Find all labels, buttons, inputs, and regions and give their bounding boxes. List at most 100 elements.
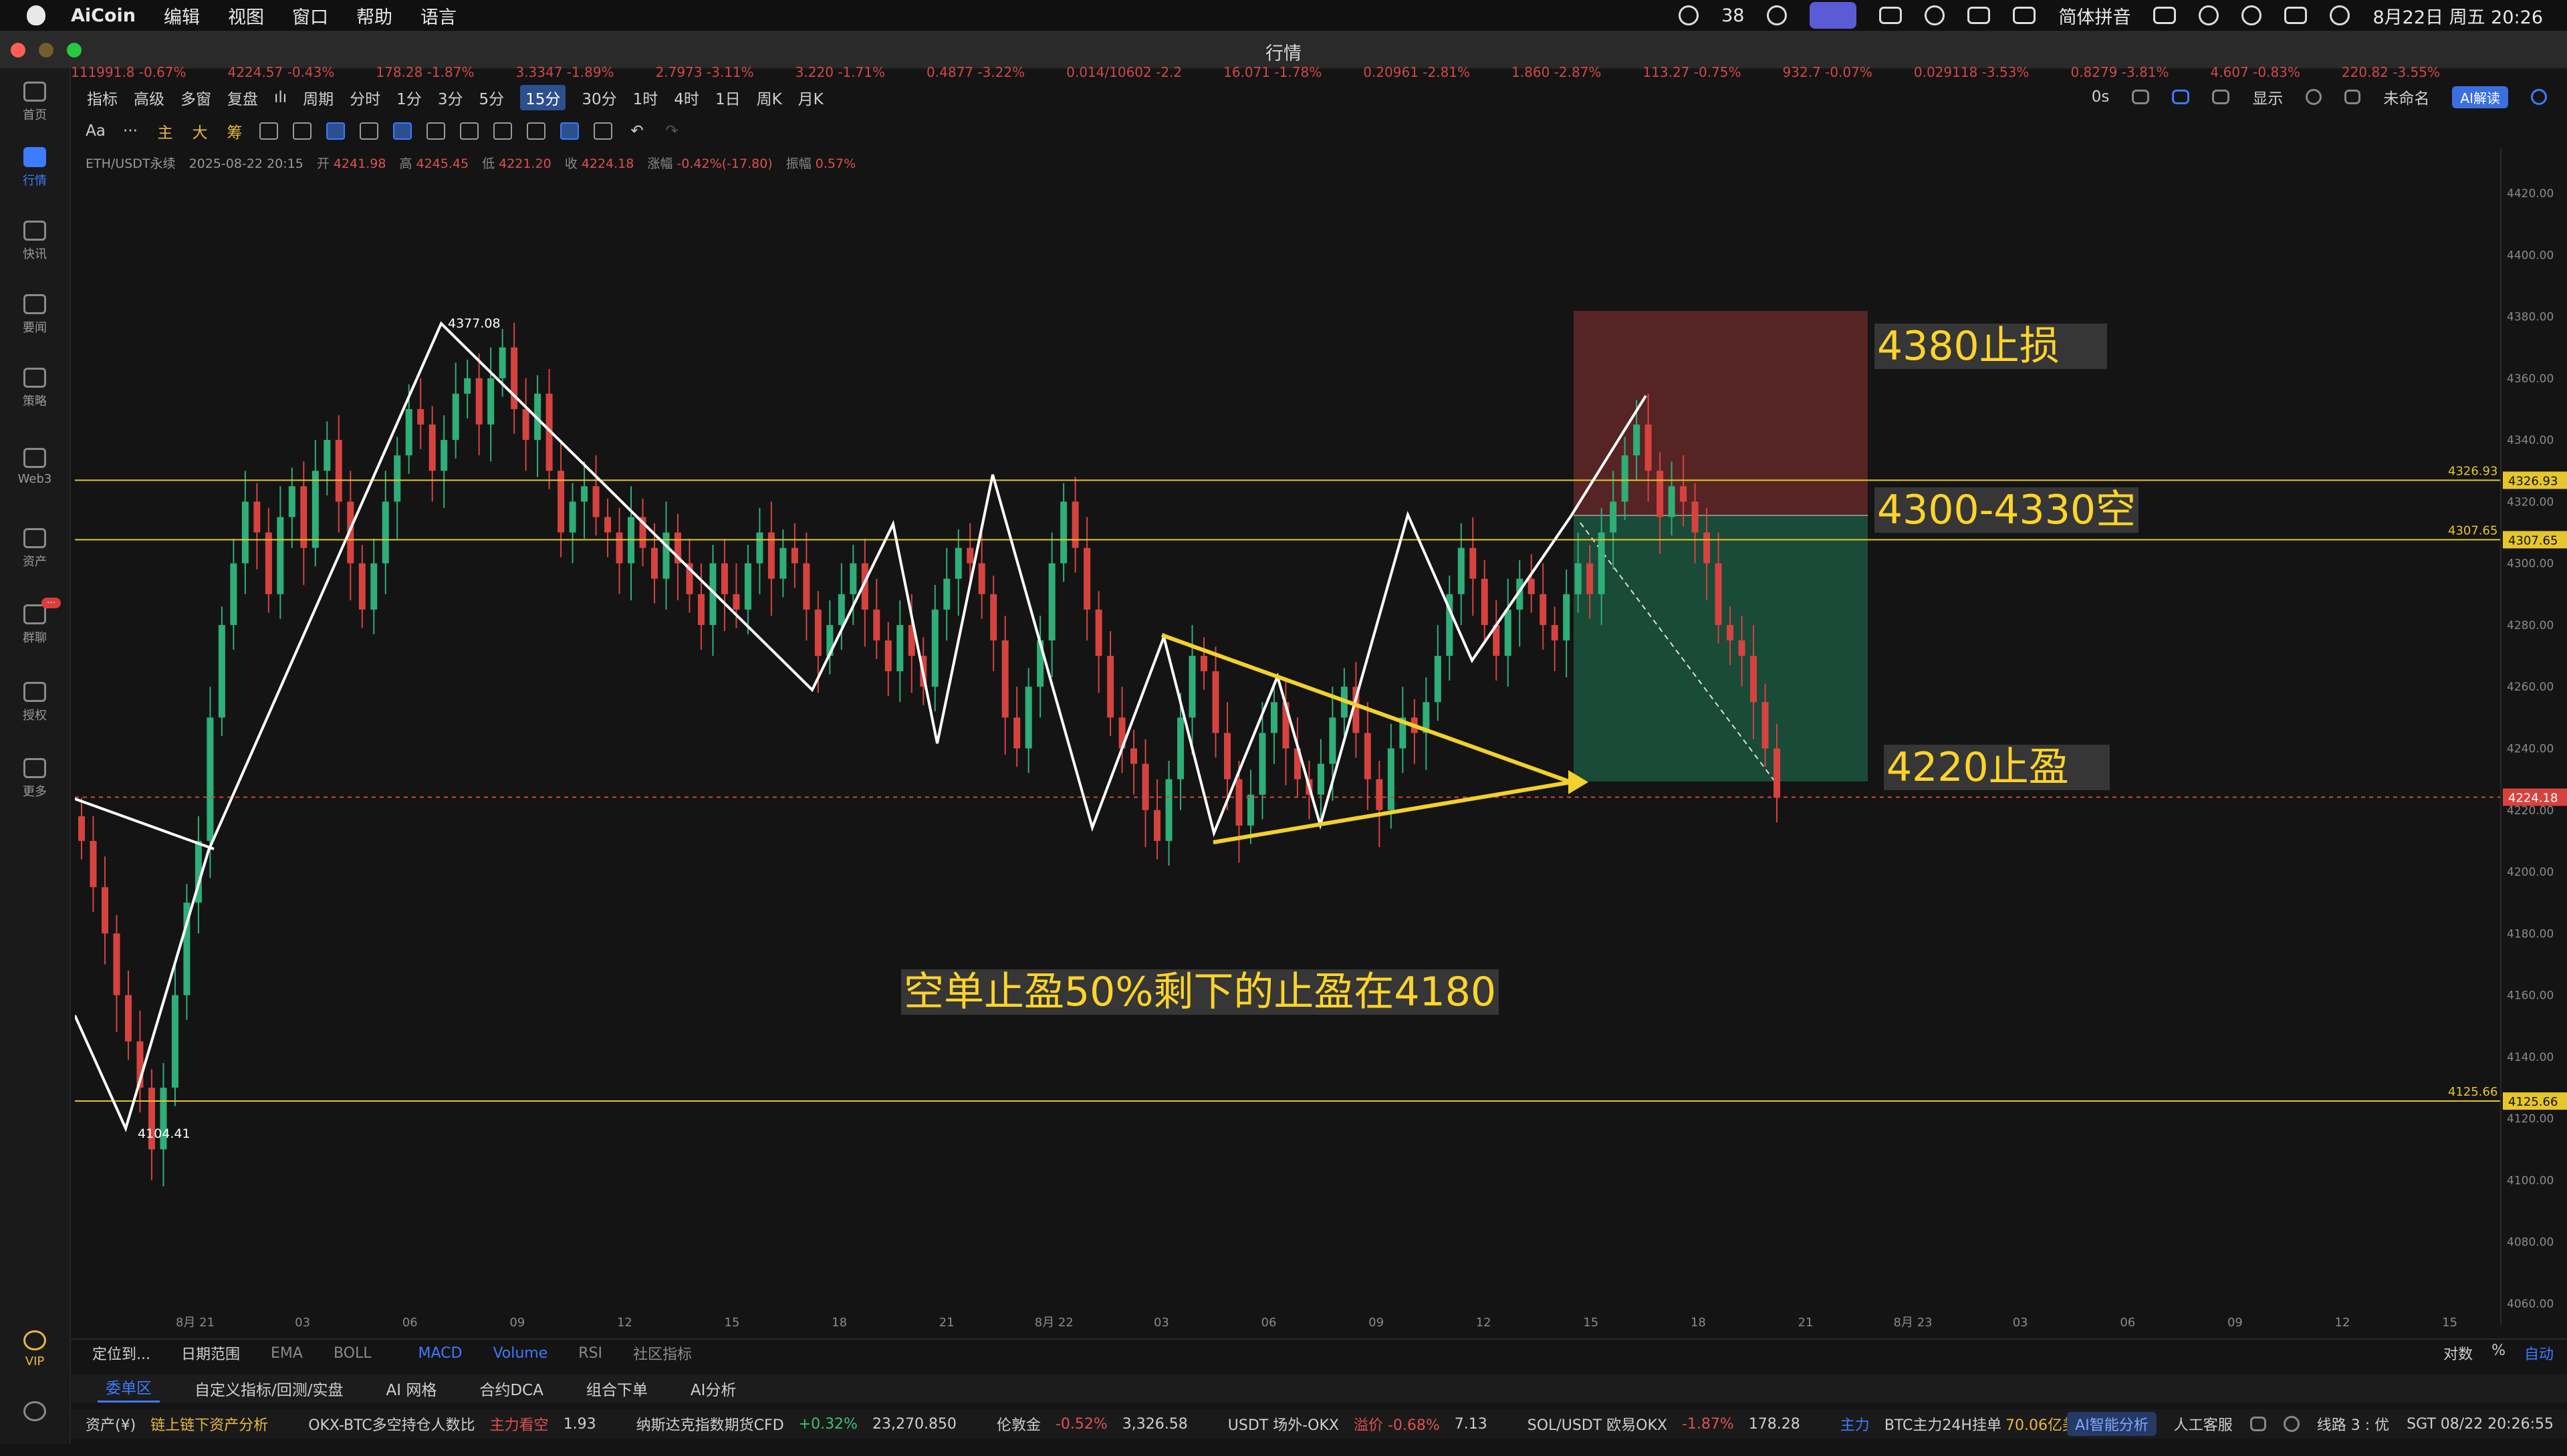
ticker-item[interactable]: 1.860 -2.87%	[1511, 64, 1601, 79]
period-timeline[interactable]: 分时	[350, 86, 380, 109]
customer-support-button[interactable]: 人工客服	[2174, 1413, 2233, 1435]
period-dropdown[interactable]: 周期	[303, 86, 334, 109]
qi-icon[interactable]	[1879, 7, 1903, 24]
tab-orders[interactable]: 委单区	[98, 1375, 160, 1403]
fullscreen-icon[interactable]	[2344, 90, 2361, 104]
period-4h[interactable]: 4时	[674, 86, 699, 109]
status-item-name[interactable]: 纳斯达克指数期货CFD	[636, 1413, 784, 1435]
lock-icon[interactable]	[460, 122, 479, 140]
ai-smart-analysis-button[interactable]: AI智能分析	[2067, 1412, 2157, 1436]
tab-ai-grid[interactable]: AI 网格	[378, 1377, 445, 1400]
auto-scale-toggle[interactable]: 自动	[2524, 1342, 2554, 1364]
indicator-macd[interactable]: MACD	[418, 1345, 462, 1362]
status-item-name[interactable]: USDT 场外-OKX	[1228, 1413, 1339, 1435]
sidebar-item-authorize[interactable]: 授权	[0, 677, 70, 737]
menu-help[interactable]: 帮助	[356, 3, 392, 29]
period-month[interactable]: 月K	[798, 86, 824, 109]
pattern-icon[interactable]	[426, 122, 445, 140]
menu-window[interactable]: 窗口	[292, 3, 328, 29]
ticker-item[interactable]: 0.014/10602 -2.2	[1066, 64, 1182, 79]
sidebar-item-assets[interactable]: 资产	[0, 523, 70, 583]
route-status[interactable]: 线路 3 : 优	[2317, 1413, 2389, 1435]
ticker-strip[interactable]: 111991.8 -0.67% 4224.57 -0.43% 178.28 -1.8…	[71, 64, 2567, 79]
display-menu[interactable]: 显示	[2252, 86, 2283, 108]
refresh-interval[interactable]: 0s	[2092, 88, 2110, 106]
period-15m[interactable]: 15分	[520, 85, 566, 110]
ticker-item[interactable]: 111991.8 -0.67%	[71, 64, 187, 79]
wechat-icon[interactable]	[1679, 5, 1699, 25]
trend-line-icon[interactable]	[393, 122, 412, 140]
screen-mirror-icon[interactable]	[1810, 2, 1857, 29]
period-30m[interactable]: 30分	[582, 86, 616, 109]
candlestick-chart[interactable]: 4326.93 4307.65 4125.66 4377.08 4104.41	[75, 148, 2501, 1325]
select-icon[interactable]	[326, 122, 345, 140]
wifi-icon[interactable]	[2199, 5, 2219, 25]
ticker-item[interactable]: 0.8279 -3.81%	[2070, 64, 2169, 79]
tools-icon[interactable]	[1925, 5, 1945, 25]
ticker-item[interactable]: 0.4877 -3.22%	[927, 64, 1025, 79]
indicator-rsi[interactable]: RSI	[578, 1345, 602, 1362]
more-tools[interactable]: ···	[120, 122, 140, 140]
undo-icon[interactable]: ↶	[627, 122, 647, 140]
tab-combo-order[interactable]: 组合下单	[578, 1377, 656, 1400]
log-scale-toggle[interactable]: 对数	[2443, 1342, 2473, 1364]
trash-icon[interactable]	[594, 122, 612, 140]
menubar-datetime[interactable]: 8月22日 周五 20:26	[2372, 3, 2543, 29]
sync-icon[interactable]	[1767, 5, 1788, 25]
time-axis[interactable]: 8月 21 03 06 09 12 15 18 21 8月 22 03 06 09 12 15 18 21 8月…	[75, 1312, 2501, 1332]
period-1d[interactable]: 1日	[715, 86, 741, 109]
tab-ai-analysis[interactable]: AI分析	[683, 1377, 745, 1400]
input-method-label[interactable]: 简体拼音	[2058, 3, 2130, 29]
indicator-ema[interactable]: EMA	[271, 1345, 303, 1362]
main-force-tool[interactable]: 主	[155, 120, 175, 142]
control-center-icon[interactable]	[2284, 7, 2308, 24]
ticker-item[interactable]: 220.82 -3.55%	[2342, 64, 2440, 79]
period-5m[interactable]: 5分	[479, 86, 504, 109]
period-1h[interactable]: 1时	[633, 86, 658, 109]
sidebar-settings[interactable]	[0, 1396, 70, 1456]
sidebar-item-vip[interactable]: VIP	[0, 1325, 70, 1385]
ticker-item[interactable]: 0.029118 -3.53%	[1914, 64, 2030, 79]
percent-scale-toggle[interactable]: %	[2491, 1342, 2505, 1364]
screen-icon[interactable]	[2249, 1417, 2266, 1431]
siri-icon[interactable]	[2330, 5, 2350, 25]
menu-view[interactable]: 视图	[228, 3, 264, 29]
sidebar-item-strategy[interactable]: 策略	[0, 362, 70, 422]
status-item-name[interactable]: 伦敦金	[997, 1413, 1041, 1435]
status-item-name[interactable]: OKX-BTC多空持仓人数比	[308, 1413, 475, 1435]
ticker-item[interactable]: 3.220 -1.71%	[796, 64, 885, 79]
price-axis[interactable]: 4420.00 4400.00 4380.00 4360.00 4340.00 4320.…	[2500, 148, 2567, 1325]
ticker-item[interactable]: 2.7973 -3.11%	[656, 64, 754, 79]
magnet-icon[interactable]	[527, 122, 545, 140]
date-range-dropdown[interactable]: 日期范围	[181, 1342, 240, 1364]
period-week[interactable]: 周K	[757, 86, 782, 109]
period-1m[interactable]: 1分	[396, 86, 422, 109]
sidebar-item-headlines[interactable]: 要闻	[0, 289, 70, 349]
sidebar-item-market[interactable]: 行情	[0, 142, 70, 202]
chart-type-icon[interactable]: ılı	[274, 89, 287, 106]
ticker-item[interactable]: 4224.57 -0.43%	[228, 64, 335, 79]
menu-edit[interactable]: 编辑	[164, 3, 200, 29]
line-draw-icon[interactable]	[293, 122, 312, 140]
indicator-boll[interactable]: BOLL	[334, 1345, 372, 1362]
redo-icon[interactable]: ↷	[662, 122, 682, 140]
sidebar-item-flash-news[interactable]: 快讯	[0, 215, 70, 275]
tab-custom-indicator[interactable]: 自定义指标/回测/实盘	[187, 1377, 352, 1400]
ticker-item[interactable]: 0.20961 -2.81%	[1363, 64, 1470, 79]
chip-tool[interactable]: 筹	[225, 120, 245, 142]
replay-button[interactable]: 复盘	[227, 86, 258, 109]
sidebar-item-web3[interactable]: Web3	[0, 443, 70, 503]
community-indicators[interactable]: 社区指标	[633, 1342, 692, 1364]
ticker-item[interactable]: 178.28 -1.87%	[376, 64, 474, 79]
spotlight-search-icon[interactable]	[2241, 5, 2262, 25]
ticker-item[interactable]: 932.7 -0.07%	[1783, 64, 1872, 79]
locate-button[interactable]: 定位到...	[92, 1342, 150, 1364]
layout-icon[interactable]	[2212, 90, 2230, 104]
compare-icon[interactable]	[259, 122, 278, 140]
tab-contract-dca[interactable]: 合约DCA	[471, 1377, 552, 1400]
main-force-label[interactable]: 主力	[1840, 1413, 1870, 1435]
measure-icon[interactable]	[493, 122, 512, 140]
network-monitor-icon[interactable]	[1967, 7, 1991, 24]
ticker-item[interactable]: 16.071 -1.78%	[1223, 64, 1322, 79]
pen-icon[interactable]	[2172, 90, 2190, 104]
